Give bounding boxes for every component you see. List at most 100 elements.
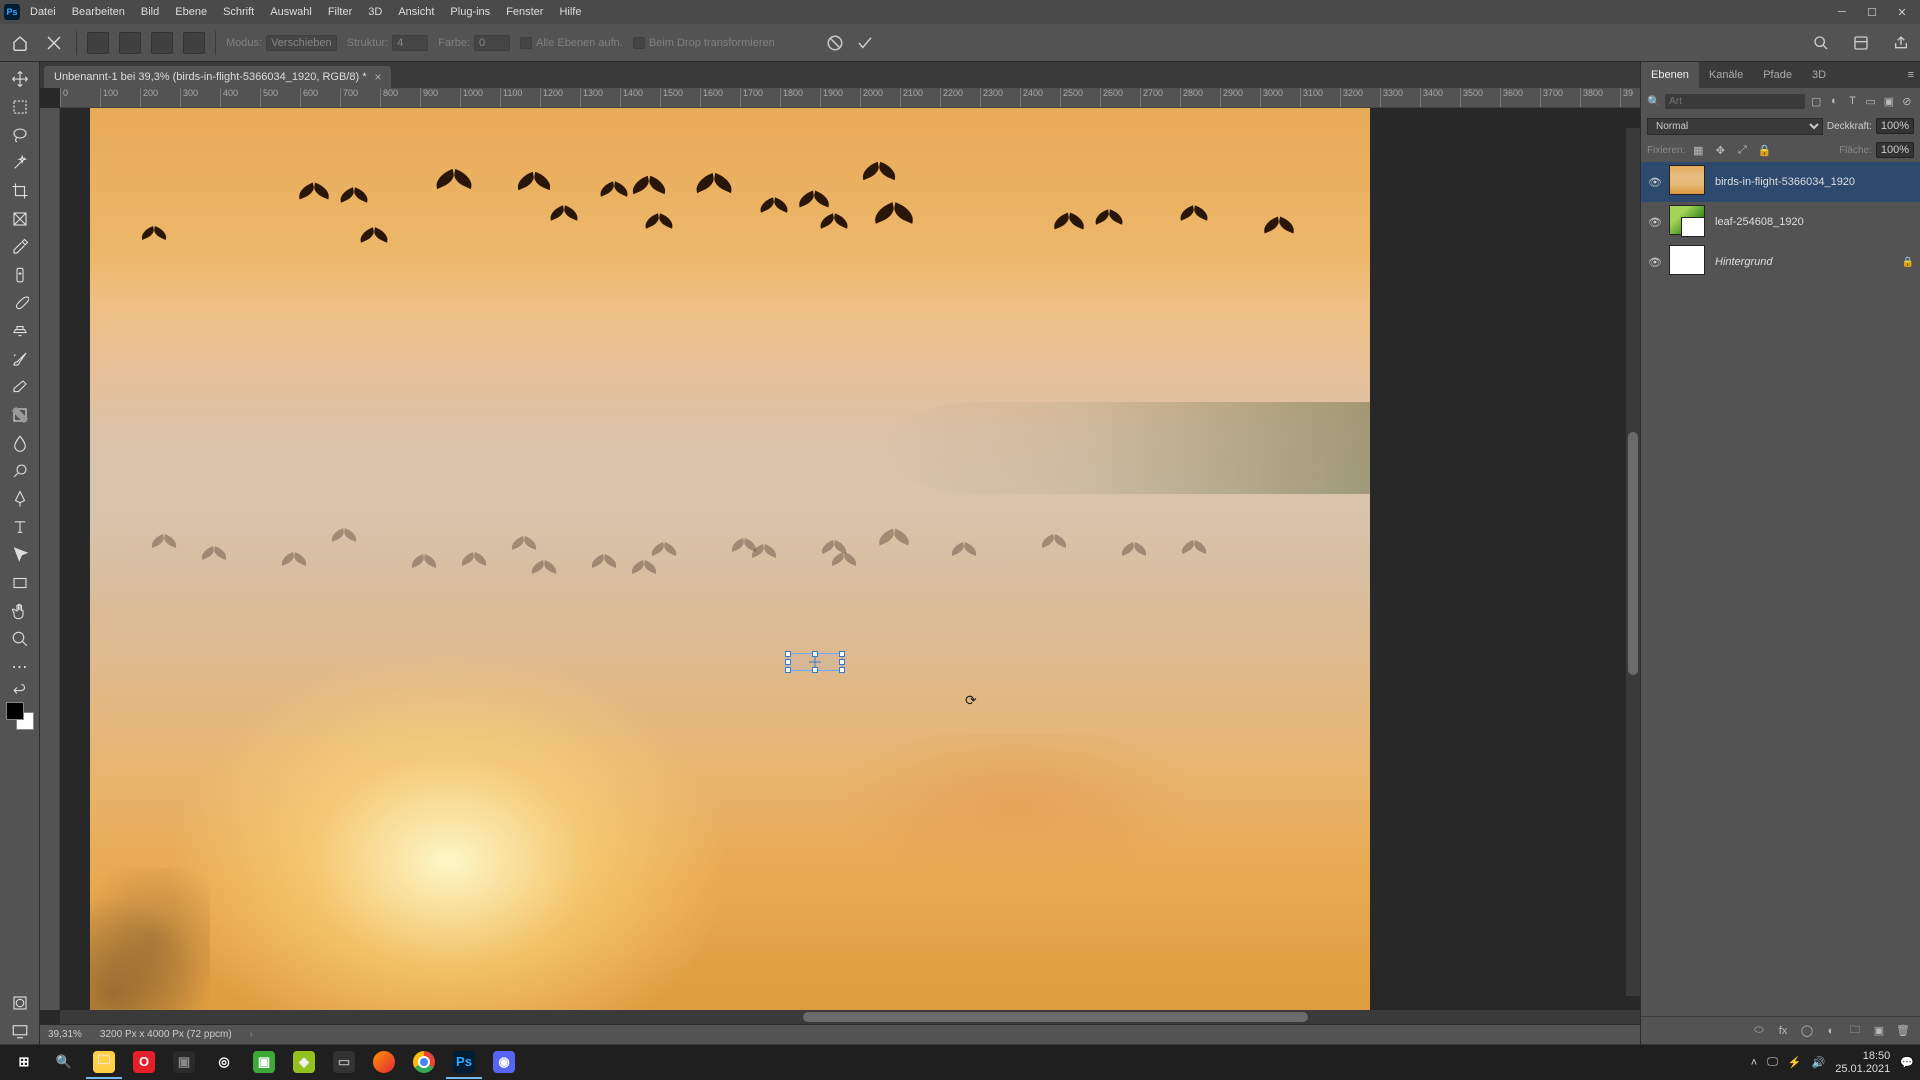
tray-volume-icon[interactable]: 🔊 <box>1812 1056 1826 1069</box>
transform-handle-se[interactable] <box>839 667 845 673</box>
menu-auswahl[interactable]: Auswahl <box>262 0 320 24</box>
layer-row[interactable]: 👁leaf-254608_1920 <box>1641 202 1920 242</box>
cancel-transform-icon[interactable] <box>825 33 845 53</box>
frame-tool[interactable] <box>4 206 36 232</box>
adjustment-layer-icon[interactable]: ◐ <box>1822 1022 1840 1040</box>
sample-icon[interactable] <box>151 32 173 54</box>
tab-ebenen[interactable]: Ebenen <box>1641 62 1699 88</box>
transform-handle-e[interactable] <box>839 659 845 665</box>
close-tab-icon[interactable]: × <box>374 70 381 84</box>
window-minimize[interactable]: ─ <box>1828 2 1856 22</box>
color-swatches[interactable] <box>6 702 34 730</box>
layer-name[interactable]: birds-in-flight-5366034_1920 <box>1715 176 1914 188</box>
zoom-level[interactable]: 39,31% <box>48 1029 82 1040</box>
layer-visibility-icon[interactable]: 👁 <box>1647 254 1663 270</box>
menu-fenster[interactable]: Fenster <box>498 0 551 24</box>
menu-ebene[interactable]: Ebene <box>167 0 215 24</box>
menu-hilfe[interactable]: Hilfe <box>551 0 589 24</box>
foreground-color-swatch[interactable] <box>6 702 24 720</box>
pen-tool[interactable] <box>4 486 36 512</box>
tab-pfade[interactable]: Pfade <box>1753 62 1802 88</box>
layer-group-icon[interactable]: 🗀 <box>1846 1022 1864 1040</box>
lock-artboard-icon[interactable]: ⤢ <box>1733 141 1751 159</box>
horizontal-scrollbar[interactable] <box>60 1010 1640 1024</box>
menu-schrift[interactable]: Schrift <box>215 0 262 24</box>
healing-brush-tool[interactable] <box>4 262 36 288</box>
source-pattern-icon[interactable] <box>119 32 141 54</box>
opacity-value[interactable]: 100% <box>1876 118 1914 134</box>
layer-row[interactable]: 👁Hintergrund🔒 <box>1641 242 1920 282</box>
tray-chevron-icon[interactable]: ˄ <box>1751 1057 1757 1069</box>
transform-handle-w[interactable] <box>785 659 791 665</box>
taskbar-app-cam[interactable]: ▭ <box>326 1047 362 1079</box>
filter-image-icon[interactable]: ▢ <box>1809 92 1823 110</box>
taskbar-explorer[interactable]: 🗀 <box>86 1047 122 1079</box>
layer-fx-icon[interactable]: fx <box>1774 1022 1792 1040</box>
transform-handle-nw[interactable] <box>785 651 791 657</box>
window-close[interactable]: ✕ <box>1888 2 1916 22</box>
vertical-scrollbar[interactable] <box>1626 128 1640 996</box>
document-tab[interactable]: Unbenannt-1 bei 39,3% (birds-in-flight-5… <box>44 66 391 88</box>
transform-bounding-box[interactable] <box>787 653 843 671</box>
crop-tool[interactable] <box>4 178 36 204</box>
taskbar-app-green[interactable]: ▣ <box>246 1047 282 1079</box>
type-tool[interactable] <box>4 514 36 540</box>
taskbar-app-lime[interactable]: ◆ <box>286 1047 322 1079</box>
menu-datei[interactable]: Datei <box>22 0 64 24</box>
tray-notifications-icon[interactable]: 💬 <box>1900 1056 1914 1069</box>
layer-name[interactable]: Hintergrund <box>1715 256 1896 268</box>
lock-position-icon[interactable]: ✥ <box>1711 141 1729 159</box>
swap-colors-icon[interactable] <box>4 682 36 696</box>
gradient-tool[interactable] <box>4 402 36 428</box>
menu-filter[interactable]: Filter <box>320 0 360 24</box>
menu-bearbeiten[interactable]: Bearbeiten <box>64 0 133 24</box>
layer-name[interactable]: leaf-254608_1920 <box>1715 216 1914 228</box>
more-tools[interactable]: ⋯ <box>4 654 36 680</box>
filter-smart-icon[interactable]: ▣ <box>1882 92 1896 110</box>
transform-handle-ne[interactable] <box>839 651 845 657</box>
home-button[interactable] <box>8 31 32 55</box>
lock-all-icon[interactable]: 🔒 <box>1755 141 1773 159</box>
hand-tool[interactable] <box>4 598 36 624</box>
new-layer-icon[interactable]: ▣ <box>1870 1022 1888 1040</box>
layer-thumbnail[interactable] <box>1669 165 1705 195</box>
screenmode-toggle[interactable] <box>4 1018 36 1044</box>
filter-shape-icon[interactable]: ▭ <box>1864 92 1878 110</box>
blur-tool[interactable] <box>4 430 36 456</box>
taskbar-epic[interactable]: ▣ <box>166 1047 202 1079</box>
share-icon[interactable] <box>1890 32 1912 54</box>
filter-adjust-icon[interactable]: ◐ <box>1827 92 1841 110</box>
window-maximize[interactable]: ☐ <box>1858 2 1886 22</box>
search-icon[interactable] <box>1810 32 1832 54</box>
panel-menu-icon[interactable]: ≡ <box>1902 69 1920 81</box>
filter-toggle-icon[interactable]: ⊘ <box>1900 92 1914 110</box>
rect-marquee-tool[interactable] <box>4 94 36 120</box>
move-tool[interactable] <box>4 66 36 92</box>
history-brush-tool[interactable] <box>4 346 36 372</box>
lock-pixels-icon[interactable]: ▦ <box>1689 141 1707 159</box>
path-select-tool[interactable] <box>4 542 36 568</box>
layer-mask-thumbnail[interactable] <box>1681 217 1705 237</box>
workspace-icon[interactable] <box>1850 32 1872 54</box>
blend-mode-select[interactable]: Normal <box>1647 118 1823 135</box>
layer-visibility-icon[interactable]: 👁 <box>1647 174 1663 190</box>
delete-layer-icon[interactable]: 🗑 <box>1894 1022 1912 1040</box>
canvas[interactable]: ⟳ <box>60 108 1640 1010</box>
filter-type-icon[interactable]: T <box>1845 92 1859 110</box>
filter-search-icon[interactable]: 🔍 <box>1647 92 1661 110</box>
layer-mask-icon[interactable]: ◯ <box>1798 1022 1816 1040</box>
taskbar-search-icon[interactable]: 🔍 <box>46 1047 82 1079</box>
tab-kanäle[interactable]: Kanäle <box>1699 62 1753 88</box>
layer-row[interactable]: 👁 birds-in-flight-5366034_1920 <box>1641 162 1920 202</box>
taskbar-discord[interactable]: ◉ <box>486 1047 522 1079</box>
menu-plug-ins[interactable]: Plug-ins <box>442 0 498 24</box>
menu-ansicht[interactable]: Ansicht <box>390 0 442 24</box>
taskbar-chrome[interactable] <box>406 1047 442 1079</box>
quickmask-toggle[interactable] <box>4 990 36 1016</box>
tray-monitor-icon[interactable]: 🖵 <box>1767 1056 1778 1069</box>
taskbar-clock[interactable]: 18:50 25.01.2021 <box>1835 1050 1890 1074</box>
tray-network-icon[interactable]: ⚡ <box>1788 1056 1802 1069</box>
layer-filter-input[interactable] <box>1665 94 1805 109</box>
clone-stamp-tool[interactable] <box>4 318 36 344</box>
taskbar-firefox[interactable] <box>366 1047 402 1079</box>
